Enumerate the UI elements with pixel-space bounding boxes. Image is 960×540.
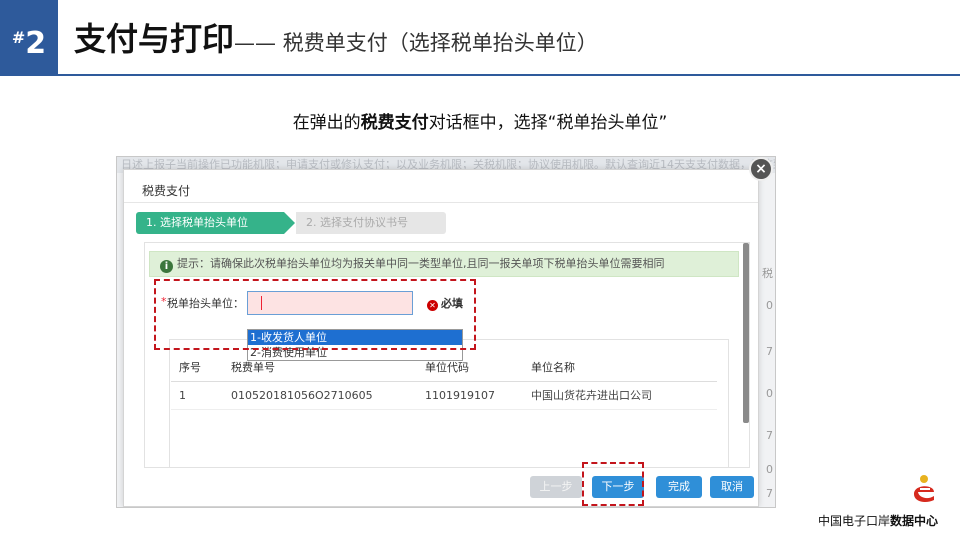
dialog-divider — [124, 202, 758, 203]
info-icon: i — [160, 260, 173, 273]
highlight-next-button — [582, 462, 644, 506]
dialog-title: 税费支付 — [142, 184, 191, 198]
background-mark: 7 — [766, 487, 773, 500]
tip-text: 提示：请确保此次税单抬头单位均为报关单中同一类型单位,且同一报关单项下税单抬头单… — [177, 257, 665, 270]
header-divider — [58, 74, 960, 76]
table-cell: 010520181056O2710605 — [223, 381, 417, 410]
tax-bill-table: 序号 税费单号 单位代码 单位名称 1 010520181056O2710605… — [171, 353, 717, 410]
column-header: 单位名称 — [523, 353, 717, 382]
table-cell: 1 — [171, 381, 223, 410]
highlight-tax-unit-field — [154, 279, 476, 350]
background-mark: 0 — [766, 463, 773, 476]
cancel-button[interactable]: 取消 — [710, 476, 754, 498]
section-badge: #2 — [0, 0, 58, 76]
background-mark: 0 — [766, 299, 773, 312]
slide-title-sub: —— 税费单支付（选择税单抬头单位） — [234, 31, 598, 55]
slide-title: 支付与打印—— 税费单支付（选择税单抬头单位） — [74, 14, 598, 64]
table-cell: 中国山货花卉进出口公司 — [523, 381, 717, 410]
background-mark: 税 — [762, 267, 773, 280]
background-mark: 7 — [766, 345, 773, 358]
finish-button[interactable]: 完成 — [656, 476, 702, 498]
slide-caption: 在弹出的税费支付对话框中，选择“税单抬头单位” — [292, 113, 668, 133]
background-mark: 7 — [766, 429, 773, 442]
step-select-tax-unit[interactable]: 1. 选择税单抬头单位 — [136, 212, 295, 234]
close-icon[interactable]: × — [749, 157, 773, 181]
tip-banner: i 提示：请确保此次税单抬头单位均为报关单中同一类型单位,且同一报关单项下税单抬头… — [149, 251, 739, 277]
table-cell: 1101919107 — [417, 381, 523, 410]
step-select-agreement[interactable]: 2. 选择支付协议书号 — [296, 212, 446, 234]
slide-title-main: 支付与打印 — [74, 20, 235, 58]
footer-brand: 中国电子口岸数据中心 — [817, 514, 938, 528]
column-header: 序号 — [171, 353, 223, 382]
background-mark: 0 — [766, 387, 773, 400]
previous-step-button[interactable]: 上一步 — [530, 476, 582, 498]
dialog-content-panel: i 提示：请确保此次税单抬头单位均为报关单中同一类型单位,且同一报关单项下税单抬头… — [144, 242, 750, 468]
china-eport-logo-icon — [914, 475, 934, 502]
table-row[interactable]: 1 010520181056O2710605 1101919107 中国山货花卉… — [171, 381, 717, 410]
scrollbar[interactable] — [743, 243, 749, 423]
